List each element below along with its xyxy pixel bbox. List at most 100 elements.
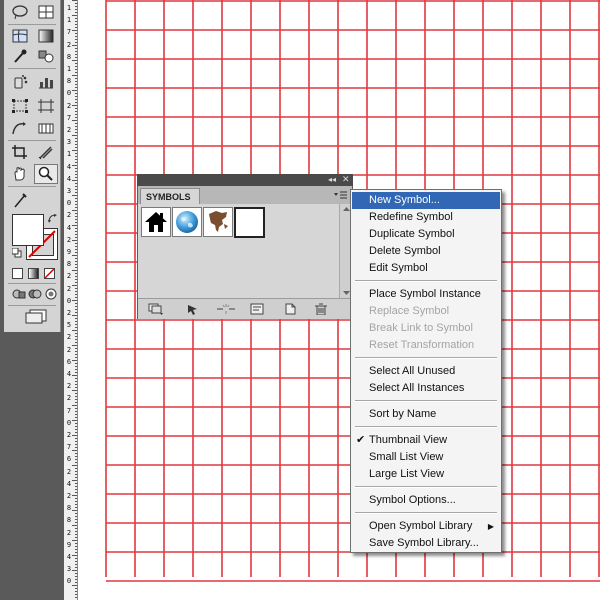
map-symbol[interactable] — [203, 207, 233, 237]
menu-item-place-symbol-instance[interactable]: Place Symbol Instance — [352, 286, 500, 303]
symbol-options-icon[interactable] — [250, 303, 264, 315]
gradient-icon[interactable] — [34, 26, 58, 46]
gradient-mode-icon[interactable] — [28, 268, 39, 279]
collapse-panel-icon[interactable]: ◂◂ — [328, 175, 336, 185]
ruler-digit: 8 — [66, 516, 72, 525]
menu-item-select-all-unused[interactable]: Select All Unused — [352, 363, 500, 380]
artboard-icon[interactable] — [34, 96, 58, 116]
menu-item-edit-symbol[interactable]: Edit Symbol — [352, 260, 500, 277]
tools-separator — [8, 186, 56, 187]
ruler-tick — [75, 576, 77, 577]
eraser-icon[interactable] — [34, 142, 58, 162]
tab-symbols[interactable]: SYMBOLS — [140, 188, 200, 204]
new-symbol-icon[interactable] — [283, 303, 297, 315]
ruler-tick — [75, 333, 77, 334]
menu-item-thumbnail-view[interactable]: ✔ Thumbnail View — [352, 432, 500, 449]
ruler-tick — [75, 273, 77, 274]
ruler-tick — [75, 351, 77, 352]
ruler-digit: 4 — [66, 479, 72, 488]
ruler-tick — [75, 177, 77, 178]
ruler-tick — [75, 561, 77, 562]
home-symbol[interactable] — [141, 207, 171, 237]
ruler-tick — [75, 522, 77, 523]
menu-separator — [355, 512, 497, 514]
menu-item-save-symbol-library[interactable]: Save Symbol Library... — [352, 535, 500, 552]
eyedropper-icon[interactable] — [8, 46, 32, 66]
break-link-icon[interactable] — [216, 303, 235, 315]
close-panel-icon[interactable]: ✕ — [342, 174, 350, 185]
ruler-tick — [75, 591, 77, 592]
menu-item-select-all-instances[interactable]: Select All Instances — [352, 380, 500, 397]
menu-item-symbol-options[interactable]: Symbol Options... — [352, 492, 500, 509]
pen-icon[interactable] — [8, 190, 32, 210]
screen-mode-icon[interactable] — [24, 308, 48, 327]
ruler-tick — [75, 567, 77, 568]
color-mode-icon[interactable] — [12, 268, 23, 279]
tools-panel-body — [4, 0, 61, 332]
ruler-tick — [75, 54, 77, 55]
ruler-tick — [75, 537, 77, 538]
crop-area-icon[interactable] — [8, 142, 32, 162]
menu-item-redefine-symbol[interactable]: Redefine Symbol — [352, 209, 500, 226]
ruler-tick — [75, 471, 77, 472]
menu-item-sort-by-name[interactable]: Sort by Name — [352, 406, 500, 423]
fill-swatch-front[interactable] — [12, 214, 44, 246]
ruler-tick — [75, 543, 77, 544]
none-mode-icon[interactable] — [44, 268, 55, 279]
menu-item-small-list-view[interactable]: Small List View — [352, 449, 500, 466]
delete-symbol-icon[interactable] — [314, 303, 328, 316]
ruler-tick — [75, 399, 77, 400]
ruler-tick — [75, 102, 77, 103]
check-icon: ✔ — [356, 434, 366, 446]
zoom-icon[interactable] — [34, 164, 58, 184]
ruler-tick — [75, 483, 77, 484]
menu-item-open-symbol-library[interactable]: Open Symbol Library ▶ — [352, 518, 500, 535]
ruler-tick — [75, 474, 77, 475]
draw-behind-icon[interactable] — [28, 288, 42, 303]
ruler-tick — [75, 234, 77, 235]
menu-item-duplicate-symbol[interactable]: Duplicate Symbol — [352, 226, 500, 243]
blend-icon[interactable] — [34, 46, 58, 66]
ruler-tick — [75, 354, 77, 355]
ruler-digit: 6 — [66, 455, 72, 464]
ruler-tick — [75, 414, 77, 415]
menu-item-new-symbol[interactable]: New Symbol... — [352, 192, 500, 209]
default-fill-stroke-icon[interactable] — [11, 247, 22, 261]
warp-icon[interactable] — [8, 118, 32, 138]
ruler-tick — [75, 144, 77, 145]
symbols-panel-menu: New Symbol... Redefine Symbol Duplicate … — [350, 189, 502, 553]
ruler-digit: 2 — [66, 431, 72, 439]
ruler-tick — [75, 198, 77, 199]
tools-separator — [8, 140, 56, 141]
hand-icon[interactable] — [8, 164, 32, 184]
ruler-tick — [75, 114, 77, 115]
ruler-tick — [75, 168, 77, 169]
menu-item-delete-symbol[interactable]: Delete Symbol — [352, 243, 500, 260]
panel-menu-icon[interactable] — [334, 190, 348, 200]
symbols-panel: ◂◂ ✕ SYMBOLS — [137, 174, 353, 319]
ruler-tick — [75, 549, 77, 550]
ruler-tick — [75, 342, 77, 343]
panel-title-bar[interactable]: ◂◂ ✕ — [137, 174, 353, 186]
symbol-sprayer-icon[interactable] — [8, 72, 32, 92]
ruler-tick — [75, 99, 77, 100]
place-symbol-instance-icon[interactable] — [186, 303, 200, 315]
ruler-tick — [75, 264, 77, 265]
ruler-tick — [75, 129, 77, 130]
vertical-ruler[interactable]: 1 1 7 2 8 1 8 0 2 7 2 3 1 4 4 3 0 2 4 2 9 8 2 2 0 2 5 2 2 6 4 2 2 7 0 2 7 6 2 4… — [64, 0, 78, 600]
globe-symbol[interactable] — [172, 207, 202, 237]
symbol-libraries-menu-icon[interactable] — [148, 303, 163, 315]
blank-symbol[interactable] — [234, 207, 265, 238]
draw-normal-icon[interactable] — [12, 288, 26, 303]
free-transform-icon[interactable] — [8, 96, 32, 116]
draw-inside-icon[interactable] — [44, 288, 58, 303]
lasso-select-icon[interactable] — [8, 2, 32, 22]
column-graph-icon[interactable] — [34, 72, 58, 92]
mesh-icon[interactable] — [8, 26, 32, 46]
menu-item-large-list-view[interactable]: Large List View — [352, 466, 500, 483]
ruler-digit: 5 — [66, 321, 72, 330]
ruler-tick — [75, 558, 77, 559]
slice-icon[interactable] — [34, 118, 58, 138]
graph-icon[interactable] — [34, 2, 58, 22]
swap-fill-stroke-icon[interactable] — [48, 214, 58, 226]
